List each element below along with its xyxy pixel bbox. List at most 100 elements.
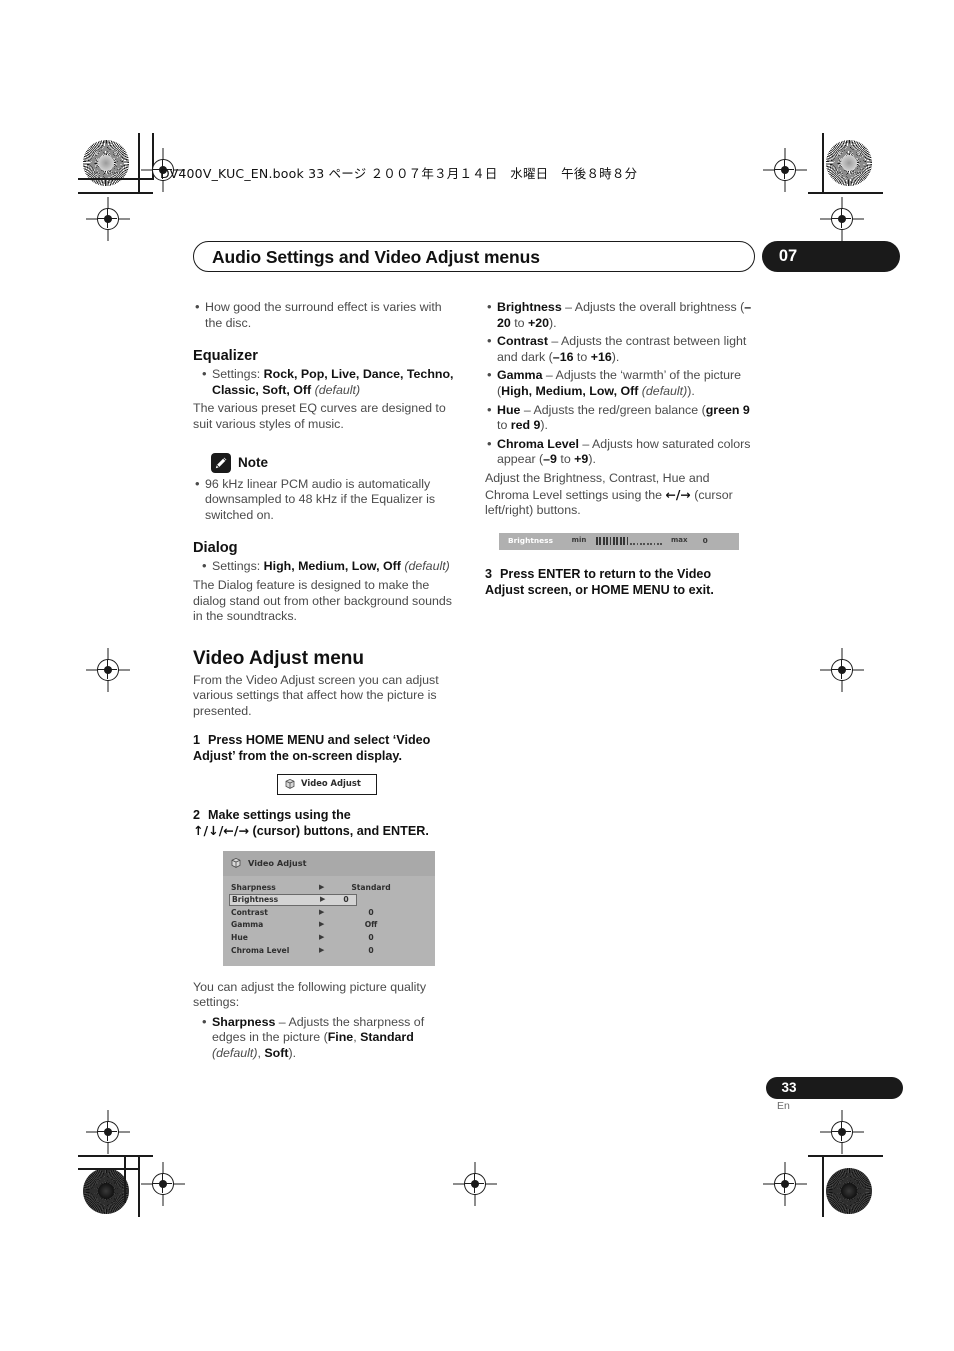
registration-starburst-top-right	[826, 140, 872, 186]
setting-term: Hue	[497, 402, 521, 417]
setting-term: Chroma Level	[497, 436, 579, 451]
setting-term: Gamma	[497, 368, 543, 383]
crop-rule-bottom-right-h	[808, 1155, 883, 1157]
setting-term: Contrast	[497, 334, 548, 349]
setting-options: High, Medium, Low, Off	[501, 383, 639, 398]
registration-cross-right-lower	[820, 1110, 864, 1154]
document-page: DV400V_KUC_EN.book 33 ページ ２００７年３月１４日 水曜日…	[0, 0, 954, 1351]
registration-cross-top-right	[763, 148, 807, 192]
registration-cross-left-upper	[86, 197, 130, 241]
list-item: 96 kHz linear PCM audio is automatically…	[193, 476, 461, 524]
crop-rule-bottom-left-v	[138, 1155, 140, 1217]
list-item: Hue – Adjusts the red/green balance (gre…	[485, 402, 753, 434]
page-number-bar: 33	[766, 1077, 903, 1099]
dialog-body: The Dialog feature is designed to make t…	[193, 577, 452, 624]
slider-tick-filled	[619, 537, 622, 546]
slider-tick-filled	[623, 537, 625, 546]
page-title: Audio Settings and Video Adjust menus	[212, 247, 540, 267]
osd-slider-label: Brightness	[508, 536, 553, 546]
sharpness-bullet-list: Sharpness – Adjusts the sharpness of edg…	[193, 1014, 461, 1062]
osd-row-value: 0	[368, 945, 374, 955]
list-item: Brightness – Adjusts the overall brightn…	[485, 299, 753, 331]
step-2-text-line1: Make settings using the	[208, 807, 351, 822]
list-item: How good the surround effect is varies w…	[193, 299, 461, 331]
osd-slider-min-label: min	[571, 536, 587, 545]
osd-video-adjust-panel[interactable]: Video Adjust Sharpness ▶ Standard Brightnes…	[223, 850, 435, 966]
osd-panel-titlebar: Video Adjust	[223, 850, 435, 877]
slider-tick-empty	[657, 542, 659, 545]
intro-bullet-list: How good the surround effect is varies w…	[193, 299, 461, 331]
registration-cross-right-middle	[820, 648, 864, 692]
book-source-line: DV400V_KUC_EN.book 33 ページ ２００７年３月１４日 水曜日…	[160, 166, 638, 181]
crop-rule-top-right-h	[808, 192, 883, 194]
slider-tick-empty	[636, 542, 639, 545]
page-number: 33	[781, 1080, 797, 1095]
step-3-number: 3	[485, 566, 493, 581]
video-adjust-heading: Video Adjust menu	[193, 647, 365, 669]
slider-tick-filled	[599, 537, 602, 546]
crop-rule-top-left-v	[138, 133, 140, 193]
crop-rule-bottom-left-h2	[78, 1168, 140, 1170]
step-2: 2 Make settings using the ↑/↓/←/→ (cursor…	[193, 807, 461, 839]
cursor-left-right-arrows-icon: ←/→	[665, 486, 691, 502]
registration-cross-left-middle	[86, 648, 130, 692]
setting-range-to: to	[510, 315, 529, 330]
setting-range-low: –16	[552, 349, 574, 364]
setting-range-low: green 9	[705, 402, 750, 417]
slider-tick-filled	[612, 537, 615, 546]
osd-slider-max-label: max	[670, 536, 688, 545]
dialog-settings-list: Settings: High, Medium, Low, Off (defaul…	[193, 558, 461, 575]
dialog-heading: Dialog	[193, 540, 238, 557]
cursor-arrows-icon: ↑/↓/←/→	[193, 822, 250, 838]
osd-menu-row[interactable]: Chroma Level ▶ 0	[223, 944, 435, 957]
list-item: Contrast – Adjusts the contrast between …	[485, 333, 753, 365]
dialog-settings-values: High, Medium, Low, Off	[263, 559, 401, 574]
list-item: Sharpness – Adjusts the sharpness of edg…	[193, 1014, 461, 1062]
equalizer-body: The various preset EQ curves are designe…	[193, 401, 446, 431]
slider-tick-filled	[596, 537, 598, 546]
slider-tick-empty	[653, 542, 656, 545]
note-label: Note	[238, 454, 268, 470]
osd-video-adjust-button[interactable]: Video Adjust	[277, 773, 377, 795]
picture-settings-bullet-list: Brightness – Adjusts the overall brightn…	[485, 299, 753, 468]
osd-slider-ticks	[596, 537, 663, 546]
slider-tick-empty	[660, 542, 663, 545]
slider-tick-empty	[643, 542, 646, 545]
registration-cross-bottom-right	[763, 1162, 807, 1206]
setting-range-to: to	[573, 349, 591, 364]
slider-tick-empty	[629, 542, 632, 545]
chapter-number-badge: 07	[762, 241, 900, 272]
step-1: 1 Press HOME MENU and select ‘Video Adjus…	[193, 732, 461, 764]
osd-row-name: Chroma Level	[231, 945, 290, 955]
page-language: En	[777, 1100, 790, 1112]
osd-brightness-slider[interactable]: Brightness min max 0	[499, 532, 739, 550]
slider-tick-filled	[626, 537, 629, 546]
step-1-text: Press HOME MENU and select ‘Video Adjust…	[193, 732, 431, 763]
slider-tick-filled	[609, 537, 612, 546]
note-bullet-list: 96 kHz linear PCM audio is automatically…	[193, 476, 461, 524]
setting-term: Brightness	[497, 300, 562, 314]
sharpness-opt-fine: Fine	[327, 1030, 354, 1045]
list-item: Chroma Level – Adjusts how saturated col…	[485, 436, 753, 468]
step-3-text: Press ENTER to return to the Video Adjus…	[485, 566, 714, 597]
setting-tail: ).	[687, 383, 695, 398]
registration-cross-bottom-center	[453, 1162, 497, 1206]
crop-rule-top-right-v	[822, 133, 824, 193]
step-2-number: 2	[193, 807, 201, 822]
osd-panel-title: Video Adjust	[248, 857, 307, 868]
setting-default-note: (default)	[638, 383, 688, 398]
slider-tick-empty	[646, 542, 649, 545]
setting-tail: ).	[588, 452, 596, 467]
crop-rule-bottom-left-v2	[124, 1155, 126, 1203]
list-item: Gamma – Adjusts the ‘warmth’ of the pict…	[485, 367, 753, 399]
step-2-text-line2: (cursor) buttons, and ENTER.	[252, 823, 429, 838]
setting-range-high: red 9	[510, 418, 541, 433]
disc-box-icon	[284, 778, 296, 790]
setting-range-to: to	[556, 452, 575, 467]
registration-starburst-bottom-left	[83, 1168, 129, 1214]
step-3: 3 Press ENTER to return to the Video Adju…	[485, 566, 753, 598]
slider-tick-empty	[650, 542, 653, 545]
slider-tick-filled	[606, 537, 608, 546]
registration-cross-left-lower	[86, 1110, 130, 1154]
equalizer-heading: Equalizer	[193, 348, 258, 365]
